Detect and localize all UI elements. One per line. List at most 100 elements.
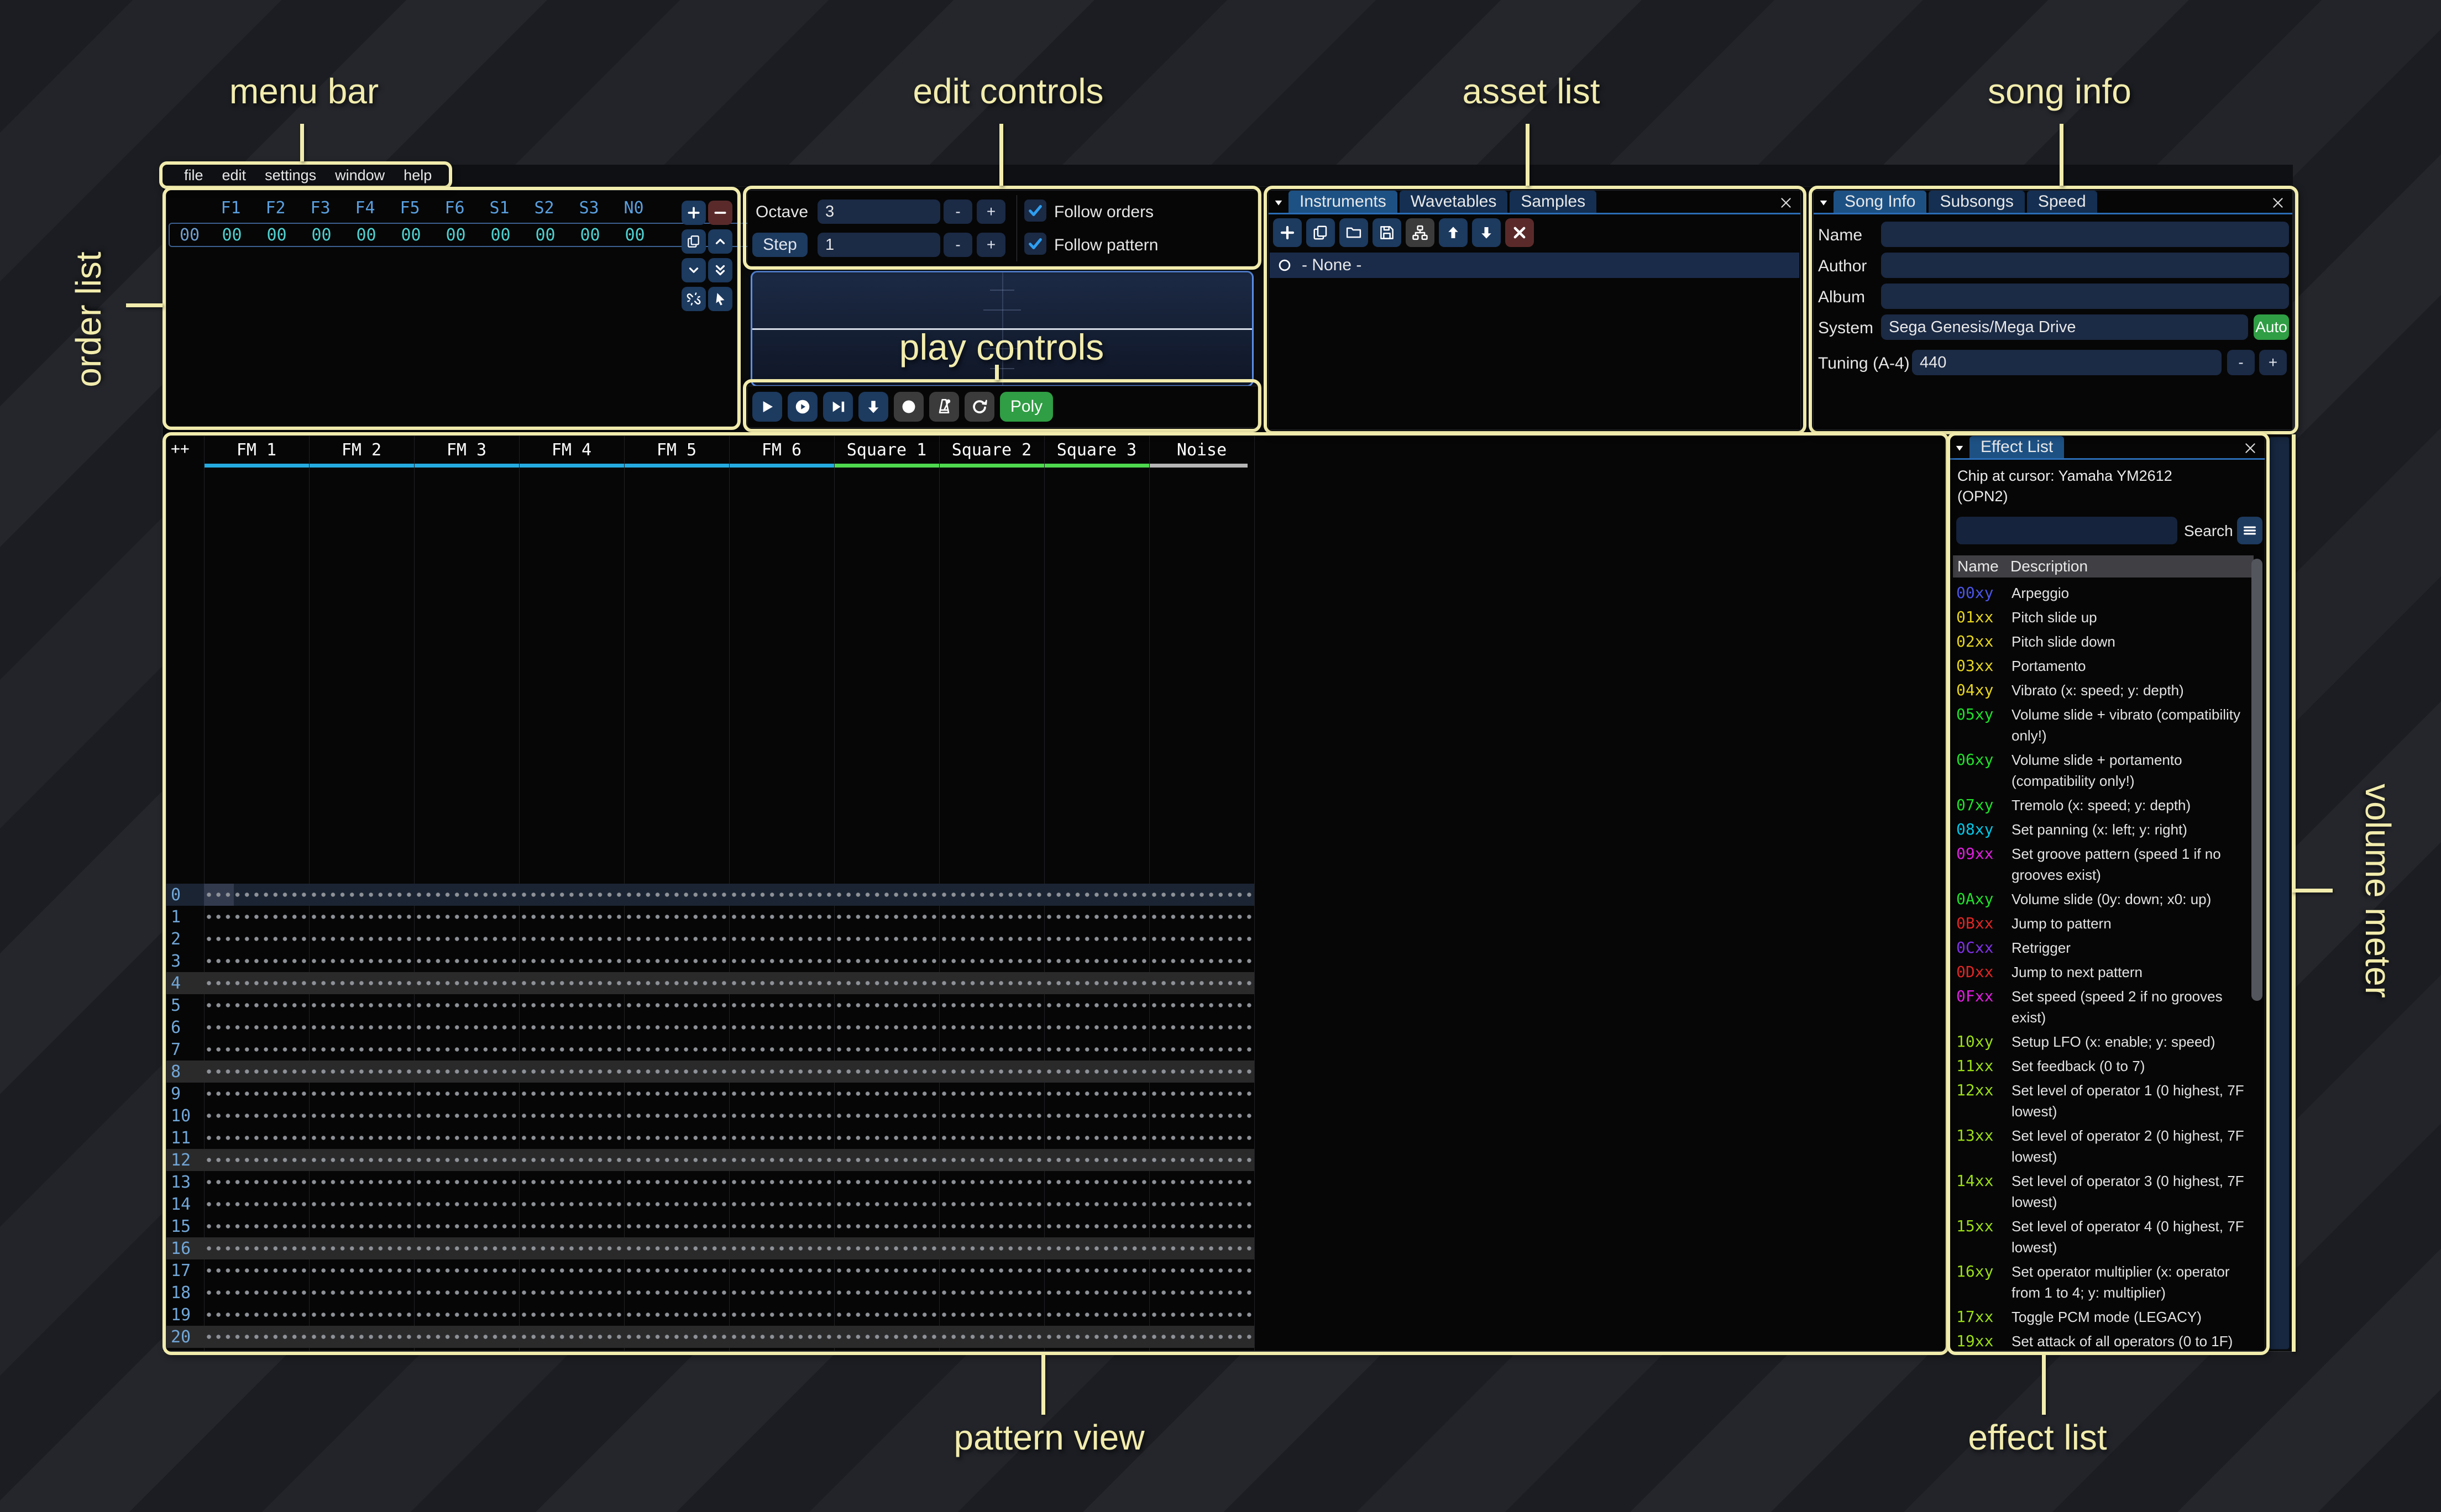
pattern-cell[interactable]	[414, 1193, 519, 1215]
pattern-cell[interactable]	[1044, 1127, 1149, 1149]
close-icon[interactable]	[2241, 439, 2259, 457]
pattern-cell[interactable]	[939, 994, 1044, 1016]
order-cell[interactable]: 00	[299, 225, 344, 245]
pattern-cell[interactable]	[1149, 928, 1254, 950]
channel-header-fm-1[interactable]: FM 1	[204, 440, 309, 460]
pattern-cell[interactable]	[624, 1215, 729, 1237]
pattern-cell[interactable]	[729, 906, 834, 928]
pattern-cell[interactable]	[204, 1304, 309, 1326]
pattern-cell[interactable]	[1149, 1259, 1254, 1282]
pattern-cell[interactable]	[1044, 1304, 1149, 1326]
pattern-cell[interactable]	[309, 950, 414, 972]
menu-item-window[interactable]: window	[335, 167, 385, 184]
pattern-cell[interactable]	[519, 1127, 624, 1149]
order-cell[interactable]: 00	[478, 225, 523, 245]
pattern-cell[interactable]	[729, 972, 834, 994]
pattern-cell[interactable]	[309, 928, 414, 950]
pattern-cell[interactable]	[1149, 1326, 1254, 1348]
pattern-cell[interactable]	[519, 972, 624, 994]
pattern-cell[interactable]	[1044, 1259, 1149, 1282]
pattern-cell[interactable]	[1149, 884, 1254, 906]
system-field[interactable]	[1881, 314, 2248, 340]
order-cell[interactable]: 00	[612, 225, 657, 245]
pattern-row[interactable]: 12	[166, 1149, 1254, 1171]
pattern-cell[interactable]	[519, 1171, 624, 1193]
order-cell[interactable]: 00	[523, 225, 568, 245]
pattern-cell[interactable]	[1044, 884, 1149, 906]
pattern-cell[interactable]	[729, 1304, 834, 1326]
pattern-cell[interactable]	[309, 1348, 414, 1351]
pattern-cell[interactable]	[1044, 1038, 1149, 1060]
pattern-cell[interactable]	[519, 1149, 624, 1171]
effect-search-input[interactable]	[1956, 517, 2177, 544]
pattern-row[interactable]: 4	[166, 972, 1254, 994]
step-decrement-button[interactable]: -	[944, 233, 972, 257]
pattern-cell[interactable]	[939, 1259, 1044, 1282]
pattern-cell[interactable]	[1044, 928, 1149, 950]
pattern-cell[interactable]	[414, 906, 519, 928]
pattern-cell[interactable]	[1149, 972, 1254, 994]
pattern-cell[interactable]	[309, 1127, 414, 1149]
pattern-cell[interactable]	[309, 1083, 414, 1105]
pattern-cell[interactable]	[1149, 1348, 1254, 1351]
pattern-cell[interactable]	[1044, 1193, 1149, 1215]
pattern-cell[interactable]	[204, 1038, 309, 1060]
pattern-cell[interactable]	[624, 950, 729, 972]
pattern-cell[interactable]	[939, 906, 1044, 928]
pattern-row[interactable]: 13	[166, 1171, 1254, 1193]
asset-delete-button[interactable]	[1505, 218, 1534, 247]
asset-tree-view-button[interactable]	[1406, 218, 1434, 247]
pattern-cell[interactable]	[204, 906, 309, 928]
pattern-cell[interactable]	[1044, 1237, 1149, 1259]
asset-save-button[interactable]	[1373, 218, 1401, 247]
pattern-cell[interactable]	[414, 1282, 519, 1304]
pattern-cell[interactable]	[519, 1038, 624, 1060]
pattern-cell[interactable]	[414, 1149, 519, 1171]
pattern-cell[interactable]	[624, 884, 729, 906]
pattern-cell[interactable]	[519, 1193, 624, 1215]
pattern-cell[interactable]	[1044, 994, 1149, 1016]
pattern-cell[interactable]	[309, 1038, 414, 1060]
pattern-cell[interactable]	[204, 994, 309, 1016]
pattern-cell[interactable]	[624, 1127, 729, 1149]
play-play-pattern-button[interactable]	[788, 392, 818, 422]
step-input[interactable]	[818, 233, 940, 257]
channel-header-square-3[interactable]: Square 3	[1044, 440, 1149, 460]
pattern-cell[interactable]	[1044, 1326, 1149, 1348]
asset-move-down-button[interactable]	[1472, 218, 1501, 247]
pattern-row[interactable]: 19	[166, 1304, 1254, 1326]
pattern-cell[interactable]	[309, 1282, 414, 1304]
pattern-cell[interactable]	[204, 1083, 309, 1105]
pattern-cell[interactable]	[204, 1127, 309, 1149]
tab-subsongs[interactable]: Subsongs	[1929, 191, 2024, 213]
pattern-cell[interactable]	[1044, 1105, 1149, 1127]
collapse-arrow-icon[interactable]	[1954, 443, 1965, 454]
play-record-button[interactable]	[894, 392, 924, 422]
pattern-row[interactable]: 11	[166, 1127, 1254, 1149]
order-move-up-button[interactable]	[708, 229, 732, 254]
pattern-cell[interactable]	[1044, 950, 1149, 972]
pattern-cell[interactable]	[519, 1326, 624, 1348]
pattern-cell[interactable]	[519, 1215, 624, 1237]
pattern-cell[interactable]	[834, 1105, 939, 1127]
pattern-cell[interactable]	[729, 950, 834, 972]
pattern-cell[interactable]	[1149, 950, 1254, 972]
pattern-cell[interactable]	[204, 1193, 309, 1215]
auto-system-button[interactable]: Auto	[2254, 314, 2289, 340]
pattern-cell[interactable]	[519, 1348, 624, 1351]
pattern-row[interactable]: 20	[166, 1326, 1254, 1348]
pattern-cell[interactable]	[204, 950, 309, 972]
pattern-cell[interactable]	[729, 884, 834, 906]
pattern-cell[interactable]	[309, 1215, 414, 1237]
channel-header-fm-5[interactable]: FM 5	[624, 440, 729, 460]
pattern-row[interactable]: 10	[166, 1105, 1254, 1127]
pattern-cell[interactable]	[729, 1282, 834, 1304]
close-icon[interactable]	[1777, 194, 1795, 212]
pattern-cell[interactable]	[834, 950, 939, 972]
pattern-cell[interactable]	[519, 1282, 624, 1304]
collapse-arrow-icon[interactable]	[1273, 197, 1284, 208]
pattern-cell[interactable]	[519, 1105, 624, 1127]
pattern-cell[interactable]	[414, 1215, 519, 1237]
octave-decrement-button[interactable]: -	[944, 200, 972, 224]
pattern-cell[interactable]	[729, 1038, 834, 1060]
